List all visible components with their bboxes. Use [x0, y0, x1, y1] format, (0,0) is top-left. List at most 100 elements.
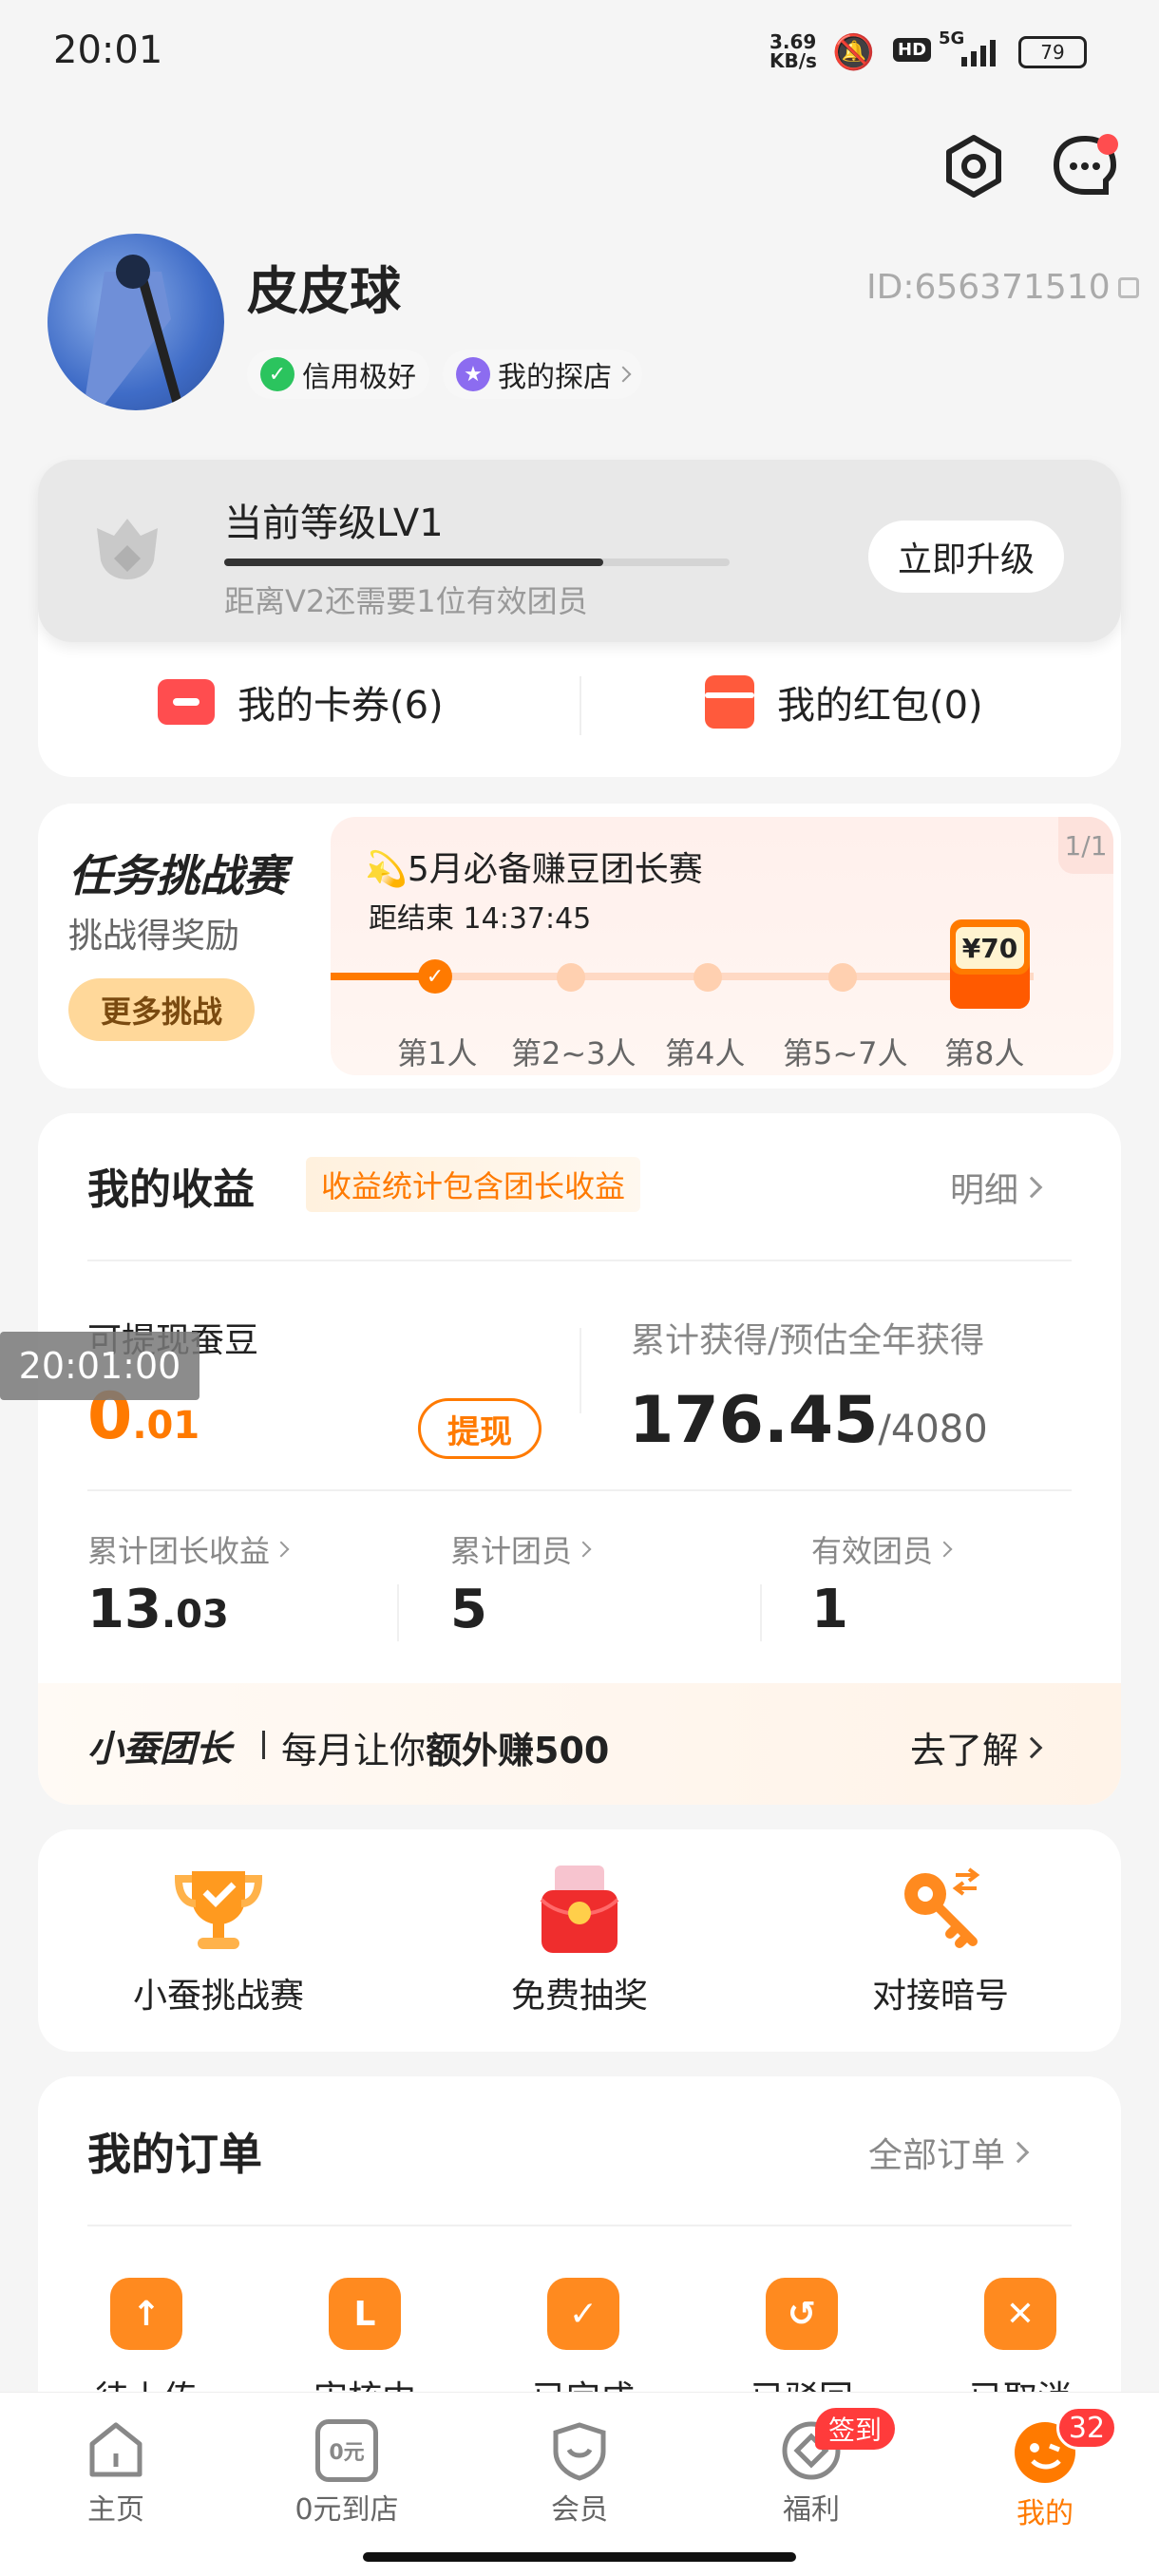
divider: [760, 1584, 762, 1641]
earnings-card: 我的收益 收益统计包含团长收益 明细 可提现蚕豆 0.01 提现 累计获得/预估…: [38, 1113, 1121, 1805]
feature-label: 免费抽奖: [510, 1977, 648, 2016]
stat-label: 累计团长收益: [87, 1533, 271, 1569]
level-progress-fill: [224, 559, 603, 566]
feature-label: 对接暗号: [871, 1977, 1009, 2016]
credit-badge[interactable]: ✓ 信用极好: [247, 350, 429, 399]
tab-label: 0元到店: [294, 2493, 399, 2527]
reward-value: ¥70: [956, 927, 1024, 969]
zero-yuan-icon: 0元: [315, 2419, 378, 2482]
red-envelope-icon: [532, 1862, 627, 1957]
stat-dec: .03: [161, 1593, 229, 1637]
step-dot: [557, 963, 585, 992]
copy-icon[interactable]: [1117, 276, 1139, 298]
chevron-right-icon: [615, 366, 632, 383]
tab-bar: 主页 0元 0元到店 会员 福利 签到 我的 32: [0, 2392, 1159, 2576]
challenge-card[interactable]: 任务挑战赛 挑战得奖励 更多挑战 💫5月必备赚豆团长赛 距结束 14:37:45…: [38, 804, 1121, 1089]
user-id[interactable]: ID:656371510: [866, 268, 1139, 307]
level-subtitle: 距离V2还需要1位有效团员: [224, 583, 588, 619]
stat-int: 5: [450, 1579, 487, 1640]
my-cards-button[interactable]: 我的卡券(6): [158, 674, 444, 729]
total-label: 累计获得/预估全年获得: [631, 1321, 985, 1360]
promo-link[interactable]: 去了解: [910, 1721, 1043, 1773]
divider: [87, 1489, 1072, 1491]
tab-zero-yuan[interactable]: 0元 0元到店: [285, 2419, 408, 2528]
feature-challenge[interactable]: 小蚕挑战赛: [104, 1862, 332, 2017]
step-label-5: 第8人: [944, 1035, 1025, 1071]
red-packet-icon: [705, 675, 754, 729]
stat-int: 13: [87, 1579, 162, 1640]
step-label-3: 第4人: [665, 1035, 746, 1071]
shop-badge[interactable]: ★ 我的探店: [443, 350, 642, 399]
credit-badge-label: 信用极好: [302, 361, 416, 394]
page-indicator: 1/1: [1058, 817, 1113, 874]
feature-lottery[interactable]: 免费抽奖: [466, 1862, 694, 2017]
stat-label: 有效团员: [811, 1533, 934, 1569]
upload-icon[interactable]: ↑: [110, 2278, 192, 2356]
promo-text: 每月让你额外赚500: [281, 1721, 609, 1773]
step-label-1: 第1人: [397, 1035, 478, 1071]
challenge-title: 任务挑战赛: [68, 850, 287, 901]
challenge-event-panel[interactable]: 💫5月必备赚豆团长赛 距结束 14:37:45 1/1 ✓ ¥70 第1人 第2…: [331, 817, 1113, 1075]
home-indicator: [363, 2552, 796, 2562]
step-label-2: 第2~3人: [511, 1035, 636, 1071]
battery-icon: 79: [1018, 36, 1087, 68]
upgrade-button[interactable]: 立即升级: [868, 521, 1064, 593]
tab-member[interactable]: 会员: [522, 2419, 636, 2528]
divider: [87, 2225, 1072, 2226]
detail-label: 明细: [950, 1171, 1019, 1210]
chevron-right-icon: [575, 1541, 592, 1558]
signal-icon: [960, 36, 1007, 72]
timestamp-overlay: 20:01:00: [0, 1332, 200, 1400]
promo-divider: [262, 1731, 265, 1759]
stat-valid-members[interactable]: 有效团员 1: [811, 1527, 953, 1640]
rejected-icon[interactable]: ↺: [766, 2278, 847, 2356]
stat-team-earnings[interactable]: 累计团长收益 13.03: [87, 1527, 290, 1640]
chevron-right-icon: [1020, 1176, 1043, 1199]
earnings-detail-link[interactable]: 明细: [950, 1163, 1043, 1212]
more-challenges-button[interactable]: 更多挑战: [68, 978, 255, 1041]
shield-check-icon: ✓: [260, 357, 294, 391]
step-label-4: 第5~7人: [783, 1035, 908, 1071]
message-icon[interactable]: [1049, 131, 1121, 203]
shield-icon: [548, 2419, 611, 2482]
done-icon[interactable]: ✓: [547, 2278, 629, 2356]
star-icon: ★: [456, 357, 490, 391]
chevron-right-icon: [1020, 1736, 1043, 1758]
hd-icon: HD: [893, 38, 932, 62]
net-speed: 3.69 KB/s: [770, 30, 817, 72]
feature-label: 小蚕挑战赛: [132, 1977, 304, 2016]
level-progress: [224, 559, 730, 566]
earnings-title: 我的收益: [87, 1165, 255, 1214]
earnings-tag: 收益统计包含团长收益: [306, 1157, 641, 1212]
promo-link-label: 去了解: [910, 1730, 1019, 1771]
reward-box: ¥70: [950, 919, 1030, 1009]
total-value: 176.45/4080: [629, 1383, 988, 1458]
step-dot: [694, 963, 722, 992]
avatar[interactable]: [48, 234, 224, 410]
promo-text-pre: 每月让你: [281, 1730, 427, 1771]
divider: [580, 1328, 581, 1413]
tab-label: 我的: [1016, 2497, 1074, 2530]
my-redpacket-label: 我的红包(0): [777, 684, 983, 728]
stat-label: 累计团员: [450, 1533, 573, 1569]
stat-team-members[interactable]: 累计团员 5: [450, 1527, 592, 1640]
review-icon[interactable]: L: [329, 2278, 410, 2356]
withdraw-button[interactable]: 提现: [418, 1398, 542, 1459]
lotus-level-icon: [87, 507, 167, 591]
my-redpacket-button[interactable]: 我的红包(0): [705, 674, 983, 729]
settings-icon[interactable]: [940, 133, 1007, 199]
team-leader-promo[interactable]: 小蚕团长 每月让你额外赚500 去了解: [38, 1683, 1121, 1805]
tab-home[interactable]: 主页: [59, 2419, 173, 2528]
event-title: 💫5月必备赚豆团长赛: [365, 850, 703, 889]
challenge-subtitle: 挑战得奖励: [68, 917, 240, 956]
total-year: /4080: [878, 1408, 988, 1451]
event-countdown: 距结束 14:37:45: [369, 902, 592, 936]
cancelled-icon[interactable]: ✕: [984, 2278, 1066, 2356]
divider: [87, 1260, 1072, 1261]
withdrawable-dec: .01: [132, 1404, 200, 1448]
tab-label: 会员: [551, 2493, 608, 2527]
all-orders-link[interactable]: 全部订单: [868, 2128, 1030, 2177]
divider: [397, 1584, 399, 1641]
level-coupon-card: 当前等级LV1 距离V2还需要1位有效团员 立即升级 我的卡券(6) 我的红包(…: [38, 460, 1121, 777]
feature-secret-code[interactable]: 对接暗号: [826, 1862, 1054, 2017]
